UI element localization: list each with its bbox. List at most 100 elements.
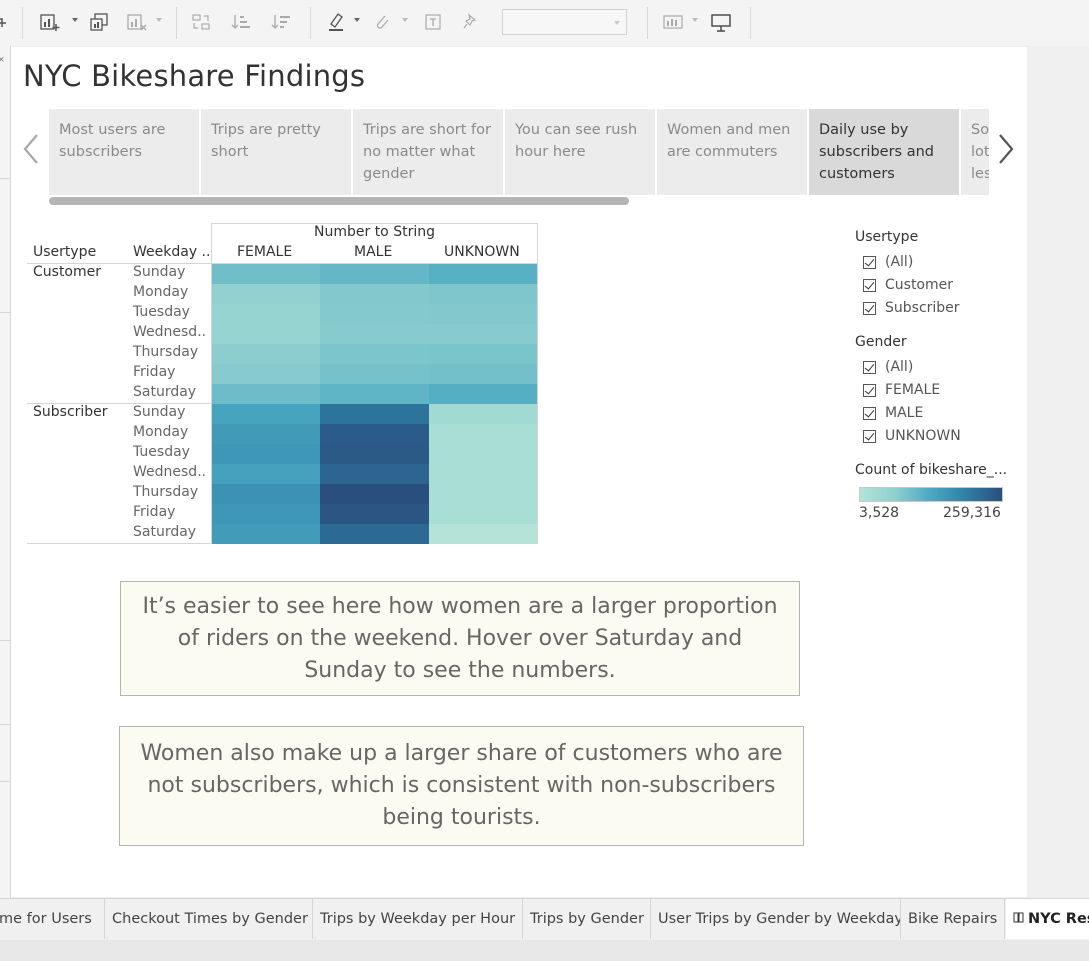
weekday-label[interactable]: Wednesd.. xyxy=(133,324,206,340)
heatmap-cell[interactable] xyxy=(212,404,320,424)
weekday-label[interactable]: Wednesd.. xyxy=(133,464,206,480)
story-point-4[interactable]: You can see rush hour here xyxy=(505,109,655,195)
weekday-header[interactable]: Weekday .. xyxy=(133,244,210,260)
tab-sheet[interactable]: User Trips by Gender by Weekday xyxy=(651,899,901,939)
heatmap-cell[interactable] xyxy=(212,524,320,544)
heatmap-cell[interactable] xyxy=(212,304,320,324)
duplicate-icon[interactable] xyxy=(88,10,110,34)
fit-dropdown[interactable] xyxy=(502,9,627,35)
heatmap-cell[interactable] xyxy=(320,464,429,484)
heatmap-cell[interactable] xyxy=(212,284,320,304)
heatmap-cell[interactable] xyxy=(212,484,320,504)
heatmap-cell[interactable] xyxy=(320,264,429,284)
presentation-icon[interactable] xyxy=(710,10,732,34)
new-worksheet-icon[interactable] xyxy=(38,10,62,34)
heatmap-cell[interactable] xyxy=(320,404,429,424)
column-header-male[interactable]: MALE xyxy=(354,244,392,260)
tab-sheet[interactable]: Trips by Gender xyxy=(523,899,651,939)
checkbox-checked[interactable] xyxy=(863,383,876,397)
swap-icon[interactable] xyxy=(190,10,212,34)
heatmap-cell[interactable] xyxy=(212,344,320,364)
story-point-3[interactable]: Trips are short for no matter what gende… xyxy=(353,109,503,195)
heatmap-cell[interactable] xyxy=(429,364,537,384)
heatmap-cell[interactable] xyxy=(429,344,537,364)
heatmap-cell[interactable] xyxy=(429,504,537,524)
story-point-1[interactable]: Most users are subscribers xyxy=(49,109,199,195)
tab-sheet[interactable]: Trips by Weekday per Hour xyxy=(313,899,523,939)
heatmap-cell[interactable] xyxy=(320,324,429,344)
side-panel-edge[interactable]: × xyxy=(0,46,11,898)
story-scrollbar[interactable] xyxy=(49,197,629,205)
filter-item[interactable]: (All) xyxy=(863,254,913,270)
weekday-label[interactable]: Monday xyxy=(133,284,188,300)
heatmap-cell[interactable] xyxy=(429,464,537,484)
filter-item[interactable]: FEMALE xyxy=(863,382,940,398)
heatmap-table[interactable]: Number to String Usertype Weekday .. FEM… xyxy=(27,223,547,544)
chevron-down-icon[interactable] xyxy=(692,18,698,22)
heatmap-cell[interactable] xyxy=(212,384,320,404)
filter-item[interactable]: UNKNOWN xyxy=(863,428,961,444)
chevron-down-icon[interactable] xyxy=(156,18,162,22)
checkbox-checked[interactable] xyxy=(863,301,876,315)
heatmap-cell[interactable] xyxy=(320,384,429,404)
heatmap-cell[interactable] xyxy=(429,524,537,544)
sort-descending-icon[interactable] xyxy=(270,10,292,34)
heatmap-cell[interactable] xyxy=(429,284,537,304)
heatmap-cell[interactable] xyxy=(320,344,429,364)
chevron-down-icon[interactable] xyxy=(402,18,408,22)
heatmap-cell[interactable] xyxy=(320,304,429,324)
heatmap-cell[interactable] xyxy=(320,444,429,464)
checkbox-checked[interactable] xyxy=(863,255,876,269)
story-point-7[interactable]: So lot les xyxy=(961,109,989,195)
heatmap-cell[interactable] xyxy=(429,324,537,344)
story-point-2[interactable]: Trips are pretty short xyxy=(201,109,351,195)
show-me-icon[interactable] xyxy=(662,10,684,34)
heatmap-cell[interactable] xyxy=(212,504,320,524)
weekday-label[interactable]: Sunday xyxy=(133,404,185,420)
sort-ascending-icon[interactable] xyxy=(230,10,252,34)
heatmap-cell[interactable] xyxy=(429,424,537,444)
heatmap-cell[interactable] xyxy=(320,504,429,524)
tab-sheet[interactable]: me for Users xyxy=(0,899,105,939)
heatmap-cell[interactable] xyxy=(320,484,429,504)
heatmap-cell[interactable] xyxy=(320,424,429,444)
filter-item[interactable]: Subscriber xyxy=(863,300,960,316)
heatmap-cell[interactable] xyxy=(212,324,320,344)
heatmap-cell[interactable] xyxy=(429,304,537,324)
filter-item[interactable]: Customer xyxy=(863,277,953,293)
story-point-6[interactable]: Daily use by subscribers and customers xyxy=(809,109,959,195)
checkbox-checked[interactable] xyxy=(863,429,876,443)
usertype-label[interactable]: Subscriber xyxy=(33,404,108,420)
column-header-unknown[interactable]: UNKNOWN xyxy=(444,244,520,260)
column-header-female[interactable]: FEMALE xyxy=(237,244,292,260)
weekday-label[interactable]: Friday xyxy=(133,364,175,380)
highlight-icon[interactable] xyxy=(326,10,346,34)
heatmap-cell[interactable] xyxy=(212,364,320,384)
story-next-arrow[interactable] xyxy=(992,129,1018,169)
weekday-label[interactable]: Tuesday xyxy=(133,304,190,320)
story-prev-arrow[interactable] xyxy=(19,129,45,169)
heatmap-cell[interactable] xyxy=(429,444,537,464)
weekday-label[interactable]: Thursday xyxy=(133,484,198,500)
heatmap-cell[interactable] xyxy=(212,264,320,284)
checkbox-checked[interactable] xyxy=(863,278,876,292)
partial-icon[interactable] xyxy=(0,10,8,34)
heatmap-cell[interactable] xyxy=(320,364,429,384)
weekday-label[interactable]: Monday xyxy=(133,424,188,440)
checkbox-checked[interactable] xyxy=(863,406,876,420)
label-icon[interactable] xyxy=(422,10,444,34)
heatmap-cell[interactable] xyxy=(429,384,537,404)
checkbox-checked[interactable] xyxy=(863,360,876,374)
heatmap-cell[interactable] xyxy=(320,524,429,544)
pin-icon[interactable] xyxy=(460,10,480,34)
group-icon[interactable] xyxy=(372,10,392,34)
heatmap-cell[interactable] xyxy=(429,404,537,424)
weekday-label[interactable]: Tuesday xyxy=(133,444,190,460)
weekday-label[interactable]: Saturday xyxy=(133,384,196,400)
story-point-5[interactable]: Women and men are commuters xyxy=(657,109,807,195)
heatmap-cell[interactable] xyxy=(320,284,429,304)
heatmap-cell[interactable] xyxy=(212,444,320,464)
usertype-label[interactable]: Customer xyxy=(33,264,101,280)
tab-sheet[interactable]: Checkout Times by Gender xyxy=(105,899,313,939)
weekday-label[interactable]: Sunday xyxy=(133,264,185,280)
